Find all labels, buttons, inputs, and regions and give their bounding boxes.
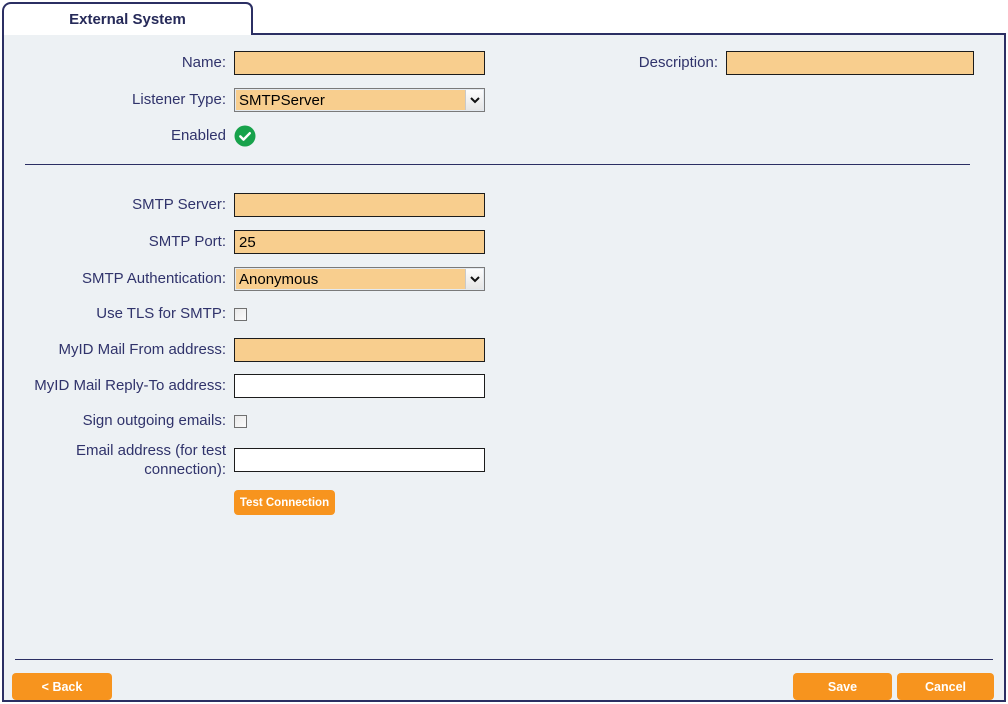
external-system-panel: Name: Description: Listener Type: SMTPSe… [2, 33, 1006, 702]
tab-title: External System [69, 11, 186, 28]
row-enabled: Enabled [14, 125, 994, 147]
row-use-tls: Use TLS for SMTP: [14, 304, 994, 324]
row-name-description: Name: Description: [14, 51, 994, 75]
form-area: Name: Description: Listener Type: SMTPSe… [4, 35, 1004, 515]
enabled-check-icon[interactable] [234, 125, 256, 147]
external-system-page: External System Name: Description: Liste… [0, 0, 1008, 704]
row-smtp-port: SMTP Port: [14, 230, 994, 254]
smtp-server-input[interactable] [234, 193, 485, 217]
mail-from-input[interactable] [234, 338, 485, 362]
enabled-label: Enabled [14, 126, 226, 146]
smtp-port-input[interactable] [234, 230, 485, 254]
row-test-email: Email address (for test connection): [14, 441, 994, 479]
smtp-authentication-value: Anonymous [235, 271, 465, 288]
smtp-authentication-select[interactable]: Anonymous [234, 267, 485, 291]
footer-buttons: < Back Save Cancel [4, 660, 1004, 700]
row-listener-type: Listener Type: SMTPServer [14, 88, 994, 112]
smtp-authentication-label: SMTP Authentication: [14, 269, 226, 289]
description-label: Description: [639, 53, 718, 73]
back-button[interactable]: < Back [12, 673, 112, 700]
smtp-server-label: SMTP Server: [14, 195, 226, 215]
mail-reply-to-label: MyID Mail Reply-To address: [14, 376, 226, 396]
listener-type-select[interactable]: SMTPServer [234, 88, 485, 112]
name-input[interactable] [234, 51, 485, 75]
section-divider [25, 164, 970, 165]
row-mail-reply-to: MyID Mail Reply-To address: [14, 374, 994, 398]
smtp-port-label: SMTP Port: [14, 232, 226, 252]
mail-from-label: MyID Mail From address: [14, 340, 226, 360]
row-smtp-authentication: SMTP Authentication: Anonymous [14, 267, 994, 291]
test-email-label: Email address (for test connection): [14, 441, 226, 479]
footer-bar: < Back Save Cancel [4, 659, 1004, 700]
spacer [112, 673, 793, 700]
test-connection-button[interactable]: Test Connection [234, 490, 335, 515]
use-tls-label: Use TLS for SMTP: [14, 304, 226, 324]
chevron-down-icon[interactable] [465, 269, 483, 289]
sign-emails-label: Sign outgoing emails: [14, 411, 226, 431]
row-sign-emails: Sign outgoing emails: [14, 411, 994, 431]
description-input[interactable] [726, 51, 974, 75]
sign-emails-checkbox[interactable] [234, 415, 247, 428]
listener-type-value: SMTPServer [235, 92, 465, 109]
cancel-button[interactable]: Cancel [897, 673, 994, 700]
name-label: Name: [14, 53, 226, 73]
mail-reply-to-input[interactable] [234, 374, 485, 398]
tab-external-system[interactable]: External System [2, 2, 253, 35]
use-tls-checkbox[interactable] [234, 308, 247, 321]
save-button[interactable]: Save [793, 673, 892, 700]
chevron-down-icon[interactable] [465, 90, 483, 110]
row-test-connection: Test Connection [14, 490, 994, 515]
row-smtp-server: SMTP Server: [14, 193, 994, 217]
test-email-input[interactable] [234, 448, 485, 472]
row-mail-from: MyID Mail From address: [14, 338, 994, 362]
listener-type-label: Listener Type: [14, 90, 226, 110]
